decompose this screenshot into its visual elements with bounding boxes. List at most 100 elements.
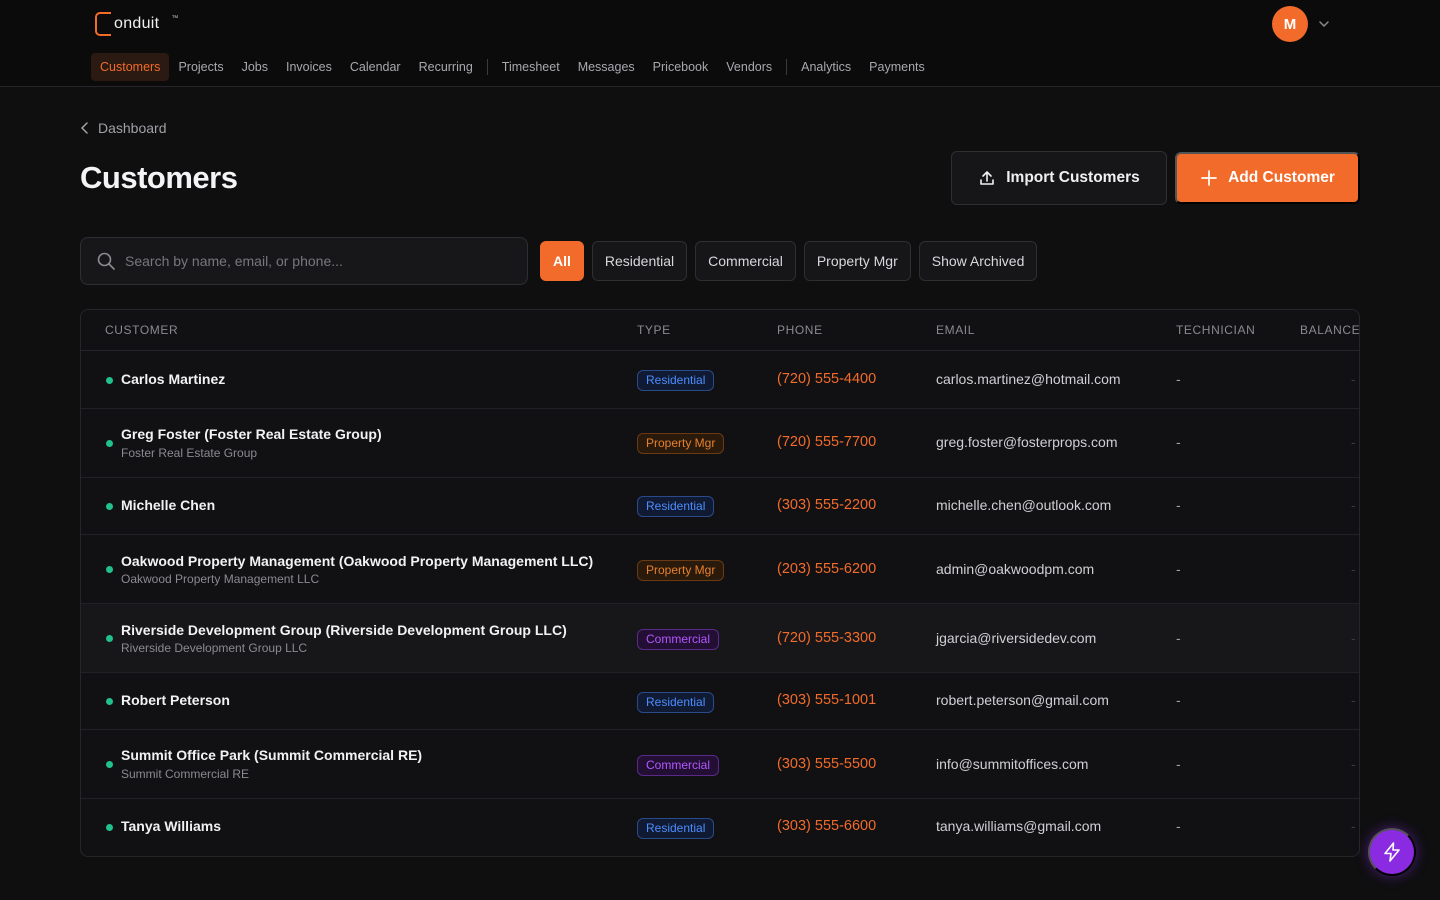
nav-projects[interactable]: Projects — [169, 53, 232, 81]
quick-action-button[interactable] — [1368, 828, 1416, 876]
customer-email[interactable]: michelle.chen@outlook.com — [936, 497, 1111, 513]
status-dot — [106, 761, 113, 768]
customer-phone[interactable]: (303) 555-1001 — [777, 692, 876, 708]
logo-text: onduit — [114, 15, 160, 32]
table-row[interactable]: Riverside Development Group (Riverside D… — [81, 604, 1359, 673]
filter-chips: All Residential Commercial Property Mgr … — [540, 241, 1038, 281]
filter-commercial[interactable]: Commercial — [695, 241, 796, 281]
customer-phone[interactable]: (303) 555-2200 — [777, 497, 876, 513]
customer-technician: - — [1176, 692, 1181, 708]
column-header-technician[interactable]: TECHNICIAN — [1176, 323, 1255, 337]
customer-balance: - — [1351, 756, 1356, 772]
filter-residential[interactable]: Residential — [591, 241, 688, 281]
customer-name[interactable]: Robert Peterson — [121, 692, 230, 708]
filter-show-archived[interactable]: Show Archived — [918, 241, 1038, 281]
customer-phone[interactable]: (720) 555-3300 — [777, 630, 876, 646]
add-customer-button[interactable]: Add Customer — [1175, 152, 1360, 204]
customer-name[interactable]: Tanya Williams — [121, 818, 221, 834]
customer-balance: - — [1351, 434, 1356, 450]
customer-email[interactable]: tanya.williams@gmail.com — [936, 818, 1101, 834]
customer-email[interactable]: info@summitoffices.com — [936, 756, 1088, 772]
column-header-type[interactable]: TYPE — [637, 323, 671, 337]
customer-email[interactable]: carlos.martinez@hotmail.com — [936, 371, 1121, 387]
nav-divider — [786, 59, 788, 75]
upload-icon — [980, 171, 995, 185]
table-row[interactable]: Robert Peterson Residential (303) 555-10… — [81, 673, 1359, 730]
customer-company: Foster Real Estate Group — [121, 446, 258, 460]
user-avatar[interactable]: M — [1272, 6, 1308, 42]
nav-customers[interactable]: Customers — [91, 53, 170, 81]
table-row[interactable]: Greg Foster (Foster Real Estate Group) F… — [81, 409, 1359, 478]
nav-messages[interactable]: Messages — [569, 53, 644, 81]
customer-name[interactable]: Summit Office Park (Summit Commercial RE… — [121, 747, 422, 763]
customer-phone[interactable]: (720) 555-7700 — [777, 434, 876, 450]
customer-phone[interactable]: (203) 555-6200 — [777, 561, 876, 577]
customer-name[interactable]: Carlos Martinez — [121, 371, 225, 387]
customers-table: CUSTOMER TYPE PHONE EMAIL TECHNICIAN BAL… — [80, 309, 1360, 857]
type-badge: Residential — [637, 692, 715, 713]
import-customers-button[interactable]: Import Customers — [951, 151, 1167, 205]
table-header: CUSTOMER TYPE PHONE EMAIL TECHNICIAN BAL… — [81, 310, 1359, 351]
type-badge: Commercial — [637, 629, 720, 650]
column-header-email[interactable]: EMAIL — [936, 323, 975, 337]
column-header-balance[interactable]: BALANCE — [1300, 323, 1359, 337]
breadcrumb[interactable]: Dashboard — [80, 120, 167, 136]
nav-payments[interactable]: Payments — [860, 53, 934, 81]
table-row[interactable]: Carlos Martinez Residential (720) 555-44… — [81, 351, 1359, 409]
chevron-down-icon[interactable] — [1316, 16, 1332, 32]
customer-email[interactable]: robert.peterson@gmail.com — [936, 692, 1109, 708]
nav-timesheet[interactable]: Timesheet — [493, 53, 569, 81]
page-title: Customers — [80, 160, 238, 195]
nav-divider — [486, 59, 488, 75]
logo-mark-icon — [95, 12, 111, 36]
customer-name[interactable]: Michelle Chen — [121, 497, 215, 513]
customer-email[interactable]: jgarcia@riversidedev.com — [936, 630, 1096, 646]
nav-jobs[interactable]: Jobs — [233, 53, 277, 81]
import-customers-label: Import Customers — [1006, 169, 1140, 186]
column-header-phone[interactable]: PHONE — [777, 323, 823, 337]
customer-email[interactable]: admin@oakwoodpm.com — [936, 561, 1094, 577]
nav-vendors[interactable]: Vendors — [717, 53, 781, 81]
customer-balance: - — [1351, 371, 1356, 387]
filter-all[interactable]: All — [540, 241, 584, 281]
filter-property-mgr[interactable]: Property Mgr — [803, 241, 911, 281]
customer-company: Oakwood Property Management LLC — [121, 572, 320, 586]
search-box — [80, 237, 528, 285]
breadcrumb-dashboard[interactable]: Dashboard — [98, 120, 167, 136]
customer-phone[interactable]: (303) 555-6600 — [777, 818, 876, 834]
status-dot — [106, 824, 113, 831]
search-input[interactable] — [125, 253, 485, 269]
customer-technician: - — [1176, 561, 1181, 577]
nav-invoices[interactable]: Invoices — [277, 53, 341, 81]
column-header-customer[interactable]: CUSTOMER — [105, 323, 178, 337]
customer-company: Summit Commercial RE — [121, 767, 250, 781]
table-row[interactable]: Summit Office Park (Summit Commercial RE… — [81, 730, 1359, 799]
nav-calendar[interactable]: Calendar — [341, 53, 410, 81]
customer-name[interactable]: Oakwood Property Management (Oakwood Pro… — [121, 553, 593, 569]
status-dot — [106, 566, 113, 573]
status-dot — [106, 377, 113, 384]
table-row[interactable]: Oakwood Property Management (Oakwood Pro… — [81, 535, 1359, 604]
main-nav: Customers Projects Jobs Invoices Calenda… — [91, 53, 934, 81]
nav-recurring[interactable]: Recurring — [410, 53, 482, 81]
type-badge: Property Mgr — [637, 433, 725, 454]
customer-balance: - — [1351, 497, 1356, 513]
table-row[interactable]: Tanya Williams Residential (303) 555-660… — [81, 799, 1359, 856]
status-dot — [106, 440, 113, 447]
customer-phone[interactable]: (303) 555-5500 — [777, 756, 876, 772]
app-logo[interactable]: onduit ™ — [95, 12, 178, 36]
top-bar: onduit ™ M Customers Projects Jobs Invoi… — [0, 0, 1440, 87]
customer-name[interactable]: Greg Foster (Foster Real Estate Group) — [121, 426, 382, 442]
customer-phone[interactable]: (720) 555-4400 — [777, 371, 876, 387]
status-dot — [106, 635, 113, 642]
add-customer-label: Add Customer — [1228, 169, 1335, 186]
customer-name[interactable]: Riverside Development Group (Riverside D… — [121, 622, 567, 638]
lightning-icon — [1384, 842, 1400, 862]
status-dot — [106, 698, 113, 705]
type-badge: Property Mgr — [637, 560, 725, 581]
nav-pricebook[interactable]: Pricebook — [644, 53, 718, 81]
nav-analytics[interactable]: Analytics — [792, 53, 860, 81]
table-row[interactable]: Michelle Chen Residential (303) 555-2200… — [81, 478, 1359, 535]
customer-email[interactable]: greg.foster@fosterprops.com — [936, 434, 1118, 450]
status-dot — [106, 503, 113, 510]
